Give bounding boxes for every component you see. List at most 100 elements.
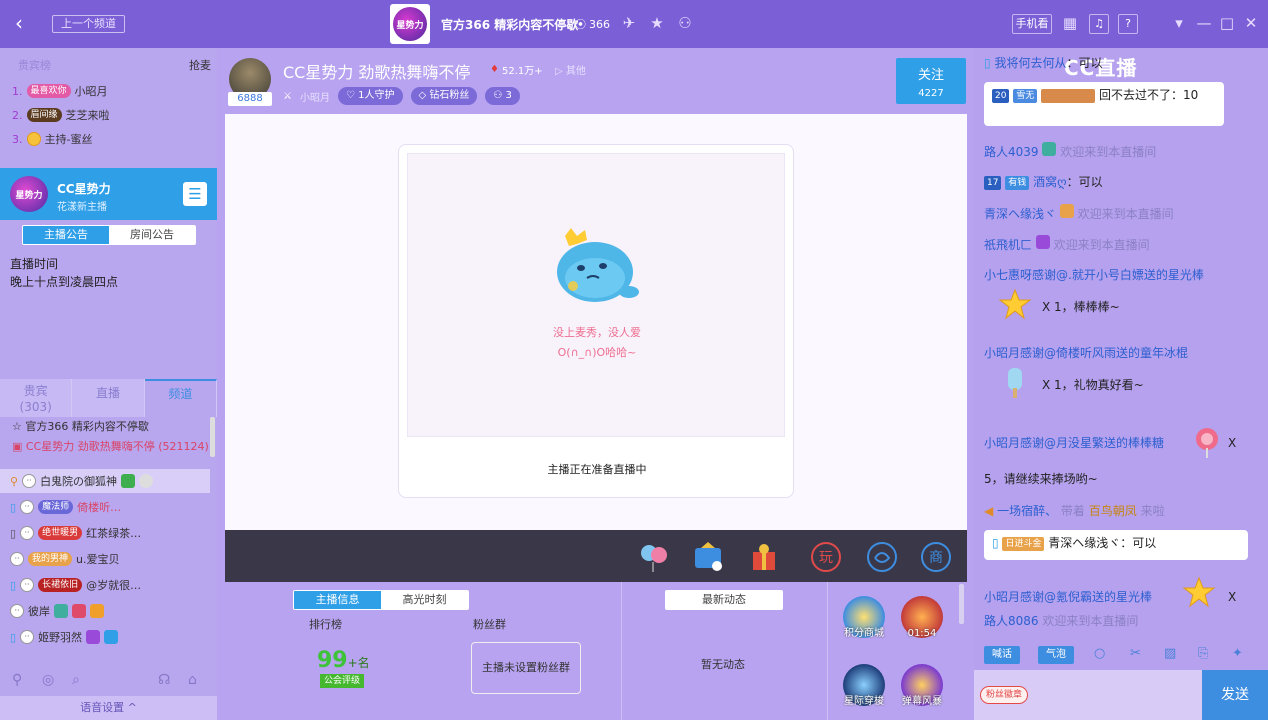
star-icon[interactable]: ★ xyxy=(648,14,666,32)
grid-icon[interactable]: ▦ xyxy=(1061,14,1079,32)
interstellar-button[interactable]: 星际穿梭 xyxy=(839,664,889,708)
tab-room-announce[interactable]: 房间公告 xyxy=(109,226,195,244)
channel-item[interactable]: ▣ CC星势力 劲歌热舞嗨不停 (521124) xyxy=(0,437,217,457)
stream-badges: ⚔ 小昭月 ♡ 1人守护 ◇ 钻石粉丝 ⚇ 3 xyxy=(283,86,520,106)
rank-item[interactable]: 3. 主持-蜜丝 xyxy=(12,129,92,149)
grab-mic-button[interactable]: 抢麦 xyxy=(189,57,211,73)
list-item[interactable]: ⚲ ·· 白鬼院の御狐神 xyxy=(0,469,210,493)
minimize-icon[interactable]: — xyxy=(1195,14,1213,32)
bell-icon[interactable]: ♫ xyxy=(1089,14,1109,34)
badge-icon xyxy=(90,604,104,618)
chat-input[interactable]: 粉丝徽章 xyxy=(974,670,1202,720)
balloon-icon[interactable] xyxy=(637,540,671,574)
badge-icon xyxy=(1035,235,1050,249)
rank-label: 排行榜 xyxy=(309,618,342,631)
home-icon[interactable]: ⌂ xyxy=(188,672,197,688)
avatar: ·· xyxy=(20,500,35,514)
video-stage[interactable]: 没上麦秀，没人爱 O(∩_∩)O哈哈~ 主播正在准备直播中 xyxy=(225,114,967,530)
channel-item[interactable]: ☆ 官方366 精彩内容不停歇 xyxy=(0,417,217,437)
emoji-icon[interactable]: ○ xyxy=(1094,646,1105,661)
palette-icon[interactable]: ◎ xyxy=(42,672,54,688)
list-item[interactable]: ▯ ·· 魔法师 倚楼听… xyxy=(0,495,210,519)
list-item[interactable]: ·· 彼岸 xyxy=(0,599,210,623)
rank-item[interactable]: 1. 最喜欢你 小昭月 xyxy=(12,81,108,101)
title-bar: ‹ 上一个频道 星势力 官方366 精彩内容不停歇 ⦿ 366 ✈ ★ ⚇ 手机看… xyxy=(0,0,1268,48)
points-mall-button[interactable]: 积分商城 xyxy=(839,596,889,640)
rank-value[interactable]: 99+名 xyxy=(317,648,370,673)
shop-icon[interactable]: 商 xyxy=(919,540,953,574)
group-icon[interactable]: ⚇ xyxy=(676,14,694,32)
avatar: ·· xyxy=(10,552,24,566)
bag-icon[interactable] xyxy=(865,540,899,574)
chat-message: 17 有钱 酒窝ღ：可以 xyxy=(984,173,1260,191)
guard-badge[interactable]: ♡ 1人守护 xyxy=(337,87,403,105)
diamond-fans-badge[interactable]: ◇ 钻石粉丝 xyxy=(410,87,478,105)
search-icon[interactable]: ⌕ xyxy=(72,672,80,688)
location-icon[interactable]: ⚲ xyxy=(12,672,22,688)
send-button[interactable]: 发送 xyxy=(1202,670,1268,720)
anchor-avatar: 星势力 xyxy=(10,176,48,212)
tab-latest-news[interactable]: 最新动态 xyxy=(665,590,783,610)
rank-item[interactable]: 2. 眉间缘 芝芝来啦 xyxy=(12,105,110,125)
effect-icon[interactable]: ✦ xyxy=(1232,646,1243,661)
tab-vip[interactable]: 贵宾 (303) xyxy=(0,379,73,417)
screenshot-icon[interactable]: ⎘ xyxy=(1198,646,1208,661)
no-news-text: 暂无动态 xyxy=(701,658,745,671)
list-item[interactable]: ▯ ·· 姬野羽然 xyxy=(0,625,210,649)
tab-highlights[interactable]: 高光时刻 xyxy=(381,591,468,609)
list-item[interactable]: ·· 我的男神 u.爱宝贝 xyxy=(0,547,210,571)
viewers-badge[interactable]: ⚇ 3 xyxy=(485,87,520,105)
online-count: ⦿ 366 xyxy=(575,17,610,32)
plane-icon[interactable]: ✈ xyxy=(620,14,638,32)
maximize-icon[interactable]: □ xyxy=(1218,14,1236,32)
phone-watch-button[interactable]: 手机看 xyxy=(1012,14,1052,34)
list-item[interactable]: ▯ ·· 长裙依旧 @岁就很… xyxy=(0,573,210,597)
tv-gift-icon[interactable] xyxy=(691,540,725,574)
gift-box-icon[interactable] xyxy=(747,540,781,574)
chat-message: ◀ 一场宿醉、 带着 百鸟朝凤 来啦 xyxy=(984,504,1165,518)
prev-channel-button[interactable]: 上一个频道 xyxy=(52,15,125,33)
back-icon[interactable]: ‹ xyxy=(8,12,30,34)
medal-badge: 眉间缘 xyxy=(26,108,62,122)
voice-settings-button[interactable]: 语音设置 ^ xyxy=(0,696,217,720)
tab-anchor-announce[interactable]: 主播公告 xyxy=(23,226,109,244)
follow-button[interactable]: 关注 4227 xyxy=(896,58,966,104)
fan-badge[interactable]: 粉丝徽章 xyxy=(980,686,1029,704)
scrollbar[interactable] xyxy=(959,584,964,624)
popsicle-icon xyxy=(1008,368,1022,398)
stream-info: 6888 CC星势力 劲歌热舞嗨不停 ♦ 52.1万+ ▷ 其他 ⚔ 小昭月 ♡ … xyxy=(217,48,974,114)
placeholder-line-2: O(∩_∩)O哈哈~ xyxy=(557,346,637,359)
speaker-icon: ◀ xyxy=(984,504,994,518)
scissors-icon[interactable]: ✂ xyxy=(1130,646,1141,661)
list-item[interactable]: ▯ ·· 绝世暖男 红茶绿茶… xyxy=(0,521,210,545)
gift-count: X 1，棒棒棒~ xyxy=(1042,300,1120,314)
play-icon[interactable]: 玩 xyxy=(809,540,843,574)
anchor-info-tabs: 主播信息 高光时刻 xyxy=(293,590,469,610)
help-icon[interactable]: ? xyxy=(1118,14,1138,34)
other-button[interactable]: ▷ 其他 xyxy=(555,62,586,77)
bottom-panel: 主播信息 高光时刻 排行榜 粉丝群 99+名 公会评级 主播未设置粉丝群 最新动… xyxy=(225,582,967,720)
bubble-button[interactable]: 气泡 xyxy=(1038,646,1074,664)
chat-message: 青深ヘ缘浅ヾ 欢迎来到本直播间 xyxy=(984,204,1260,223)
left-panel: 贵宾榜 抢麦 1. 最喜欢你 小昭月 2. 眉间缘 芝芝来啦 3. 主持-蜜丝 … xyxy=(0,48,217,720)
anchor-card[interactable]: 星势力 CC星势力 花漾新主播 ☰ xyxy=(0,168,217,220)
danmaku-storm-button[interactable]: 弹幕风暴 xyxy=(897,664,947,708)
timed-activity-button[interactable]: 01:54 xyxy=(897,596,947,640)
phone-icon: ▯ xyxy=(10,578,17,592)
shout-button[interactable]: 喊话 xyxy=(984,646,1020,664)
tab-live[interactable]: 直播 xyxy=(72,379,145,417)
phone-icon: ▯ xyxy=(984,56,991,70)
badge-icon xyxy=(139,474,154,488)
menu-icon[interactable]: ☰ xyxy=(183,182,207,206)
scrollbar[interactable] xyxy=(210,417,215,457)
left-toolbar: ⚲ ◎ ⌕ ☊ ⌂ xyxy=(0,666,217,696)
image-icon[interactable]: ▨ xyxy=(1164,646,1176,661)
close-icon[interactable]: ✕ xyxy=(1242,14,1260,32)
fans-label: 粉丝群 xyxy=(473,618,506,631)
chevron-down-icon[interactable]: ▾ xyxy=(1170,14,1188,32)
tab-channel[interactable]: 频道 xyxy=(144,379,217,417)
avatar: ·· xyxy=(20,630,35,644)
headset-icon[interactable]: ☊ xyxy=(158,672,170,688)
tab-anchor-info[interactable]: 主播信息 xyxy=(294,591,381,609)
svg-text:商: 商 xyxy=(929,550,943,566)
